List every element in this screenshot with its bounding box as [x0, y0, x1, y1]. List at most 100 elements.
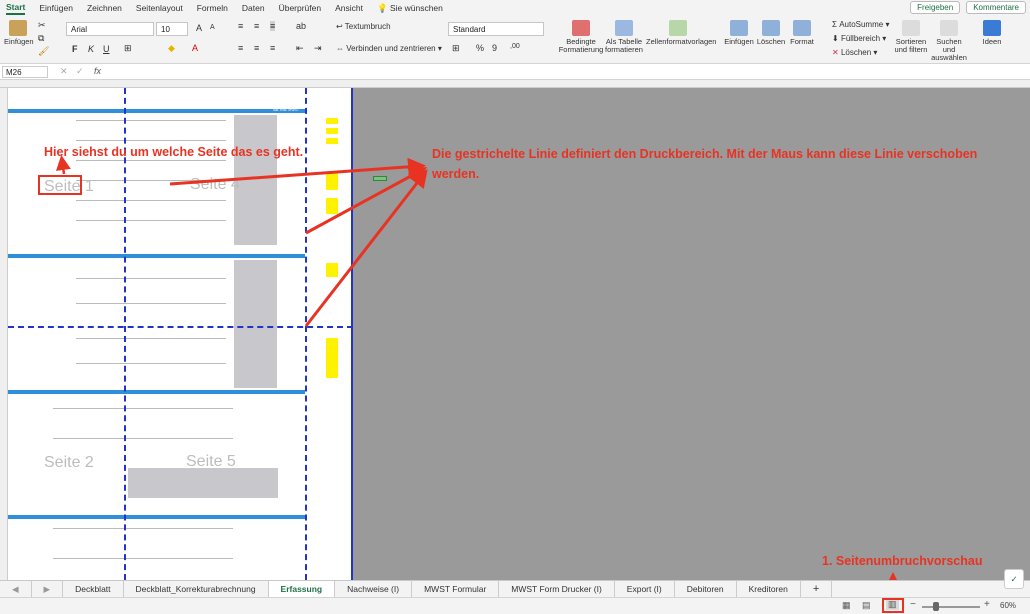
scroll-next-icon[interactable]: ▶	[32, 580, 64, 598]
zoom-slider-handle[interactable]	[933, 602, 939, 611]
borders-icon[interactable]: ⊞	[124, 43, 132, 54]
tab-ueberpruefen[interactable]: Überprüfen	[279, 2, 322, 14]
thousands-icon[interactable]: 9	[492, 43, 497, 53]
copy-icon[interactable]: ⧉	[38, 33, 44, 44]
scroll-prev-icon[interactable]: ◀	[0, 580, 32, 598]
percent-icon[interactable]: %	[476, 43, 484, 53]
sheet-tab-deckblatt-korrektur[interactable]: Deckblatt_Korrekturabrechnung	[124, 580, 269, 598]
align-right-icon[interactable]: ≡	[270, 43, 275, 53]
sort-filter-button[interactable]: Sortieren und filtern	[892, 20, 930, 54]
increase-font-icon[interactable]: A	[196, 23, 202, 33]
tab-ansicht[interactable]: Ansicht	[335, 2, 363, 14]
align-bottom-icon[interactable]: ≡	[270, 21, 276, 31]
wrap-icon: ↩	[336, 22, 343, 31]
cut-icon[interactable]: ✂	[38, 20, 46, 31]
ideas-button[interactable]: Ideen	[978, 20, 1006, 46]
find-select-button[interactable]: Suchen und auswählen	[930, 20, 968, 62]
decimal-icon[interactable]: ,00	[510, 43, 520, 50]
decrease-font-icon[interactable]: A	[210, 24, 215, 31]
spreadsheet-grid[interactable]: Sat. exkl. MWST Seite 1 Seite 4 Seite 2 …	[0, 88, 1030, 580]
zoom-level[interactable]: 60%	[1000, 601, 1016, 610]
align-left-icon[interactable]: ≡	[238, 43, 243, 53]
format-label: Format	[790, 37, 814, 46]
sigma-icon: Σ	[832, 20, 837, 29]
fill-color-icon[interactable]: ◆	[168, 43, 175, 54]
merge-icon: ⇔	[336, 44, 344, 53]
clear-button[interactable]: ✕ Löschen ▾	[832, 48, 877, 57]
sheet-tab-mwst-formular[interactable]: MWST Formular	[412, 580, 500, 598]
underline-button[interactable]: U	[103, 44, 110, 54]
tab-einfuegen[interactable]: Einfügen	[39, 2, 73, 14]
share-button[interactable]: Freigeben	[910, 1, 961, 14]
sheet-tab-mwst-form-drucker[interactable]: MWST Form Drucker (I)	[499, 580, 615, 598]
confirm-icon[interactable]: ✓	[76, 66, 84, 77]
delete-cells-button[interactable]: Löschen	[756, 20, 786, 46]
ribbon: Einfügen ✂ ⧉ 🖌 Arial 10 A A F K U ⊞ ◆ A …	[0, 16, 1030, 64]
orientation-icon[interactable]: ab	[296, 21, 306, 31]
format-as-table-button[interactable]: Als Tabelle formatieren	[604, 20, 644, 54]
merge-center-button[interactable]: ⇔ Verbinden und zentrieren ▾	[336, 44, 442, 53]
page-break-preview-highlight	[882, 598, 904, 613]
align-center-icon[interactable]: ≡	[254, 43, 259, 53]
conditional-formatting-button[interactable]: Bedingte Formatierung	[558, 20, 604, 54]
cell-styles-button[interactable]: Zellenformatvorlagen	[646, 20, 716, 46]
normal-view-icon[interactable]: ▦	[842, 600, 851, 611]
delete-cells-icon	[762, 20, 780, 36]
clipboard-icon	[9, 20, 27, 36]
sheet-tab-deckblatt[interactable]: Deckblatt	[63, 580, 124, 598]
zoom-in-button[interactable]: +	[984, 599, 990, 610]
table-icon	[615, 20, 633, 36]
insert-label: Einfügen	[724, 37, 754, 46]
sheet-tab-debitoren[interactable]: Debitoren	[675, 580, 737, 598]
formula-input[interactable]	[112, 66, 1024, 78]
tell-me-label: Sie wünschen	[389, 2, 443, 13]
sort-label-2: und filtern	[894, 45, 928, 54]
align-top-icon[interactable]: ≡	[238, 21, 243, 31]
zoom-out-button[interactable]: −	[910, 599, 916, 610]
comments-button[interactable]: Kommentare	[966, 1, 1026, 14]
as-table-label-2: formatieren	[605, 45, 643, 54]
fill-button[interactable]: ⬇ Füllbereich ▾	[832, 34, 886, 43]
checkmark-icon[interactable]: ✓	[1004, 569, 1024, 589]
find-label-1: Suchen und	[936, 37, 962, 54]
font-color-icon[interactable]: A	[192, 43, 198, 53]
paste-button[interactable]: Einfügen	[4, 20, 34, 46]
sheet-tab-erfassung[interactable]: Erfassung	[268, 580, 336, 598]
align-middle-icon[interactable]: ≡	[254, 21, 259, 31]
currency-icon[interactable]: ⊞	[452, 43, 460, 54]
format-painter-icon[interactable]: 🖌	[38, 46, 49, 57]
autosum-button[interactable]: Σ AutoSumme ▾	[832, 20, 889, 29]
italic-button[interactable]: K	[88, 44, 94, 54]
eraser-icon: ✕	[832, 48, 839, 57]
tab-start[interactable]: Start	[6, 1, 26, 15]
wrap-text-button[interactable]: ↩ Textumbruch	[336, 22, 391, 31]
function-icon[interactable]: fx	[94, 66, 101, 76]
indent-icon[interactable]: ⇤	[296, 43, 304, 54]
number-format-select[interactable]: Standard	[448, 22, 544, 36]
font-name-select[interactable]: Arial	[66, 22, 154, 36]
bold-button[interactable]: F	[72, 44, 78, 54]
name-box[interactable]: M26	[2, 66, 48, 78]
font-size-select[interactable]: 10	[156, 22, 188, 36]
add-sheet-button[interactable]: +	[801, 580, 833, 598]
cancel-icon[interactable]: ✕	[60, 66, 68, 77]
tab-zeichnen[interactable]: Zeichnen	[87, 2, 122, 14]
sheet-tab-kreditoren[interactable]: Kreditoren	[737, 580, 801, 598]
tab-formeln[interactable]: Formeln	[197, 2, 228, 14]
zoom-slider[interactable]	[922, 606, 980, 608]
cell-styles-icon	[669, 20, 687, 36]
cell-styles-label: Zellenformatvorlagen	[646, 37, 717, 46]
format-cells-button[interactable]: Format	[788, 20, 816, 46]
page-layout-view-icon[interactable]: ▤	[862, 600, 871, 611]
insert-cells-icon	[730, 20, 748, 36]
tell-me-search[interactable]: 💡 Sie wünschen	[377, 2, 443, 15]
tab-daten[interactable]: Daten	[242, 2, 265, 14]
wrap-label: Textumbruch	[344, 22, 391, 31]
ribbon-tabs: Start Einfügen Zeichnen Seitenlayout For…	[0, 0, 1030, 16]
outdent-icon[interactable]: ⇥	[314, 43, 322, 54]
fill-label: Füllbereich	[840, 34, 881, 43]
tab-seitenlayout[interactable]: Seitenlayout	[136, 2, 183, 14]
insert-cells-button[interactable]: Einfügen	[724, 20, 754, 46]
sheet-tab-nachweise[interactable]: Nachweise (I)	[335, 580, 413, 598]
sheet-tab-export[interactable]: Export (I)	[615, 580, 675, 598]
